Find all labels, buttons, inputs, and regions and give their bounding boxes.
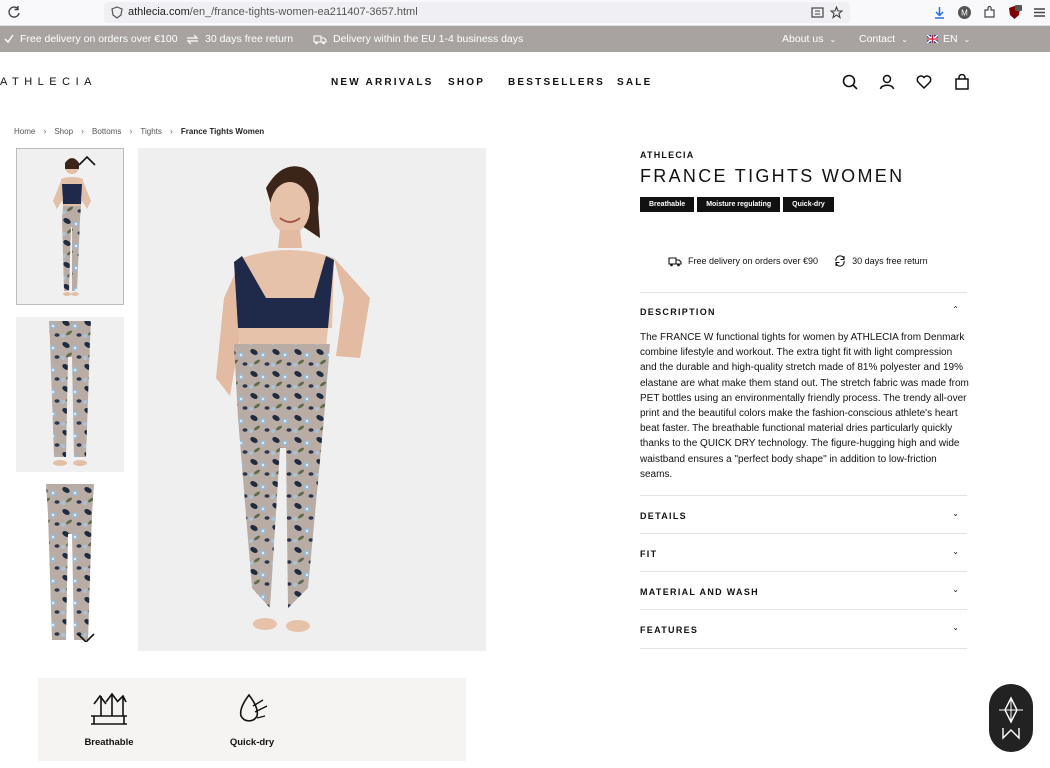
breadcrumb: Home › Shop › Bottoms › Tights › France Tigh… [14, 126, 264, 136]
chevron-down-icon[interactable]: ⌄ [952, 585, 959, 594]
tights-photo-back [16, 484, 124, 642]
accordion-description-title[interactable]: DESCRIPTION [640, 307, 716, 317]
chevron-down-icon: ⌄ [829, 34, 837, 44]
accordion-description[interactable]: DESCRIPTION ⌃ [640, 292, 967, 330]
wishlist-heart-icon[interactable] [916, 74, 932, 90]
chevron-right-icon: › [169, 126, 173, 136]
accordion-details-title[interactable]: DETAILS [640, 511, 687, 521]
cart-bag-icon[interactable] [954, 74, 970, 90]
truck-icon [313, 34, 327, 44]
gallery-up-arrow-icon[interactable] [77, 155, 97, 167]
ublock-icon[interactable] [1007, 5, 1022, 20]
accordion-fit-title[interactable]: FIT [640, 549, 657, 559]
return-icon [186, 34, 199, 44]
svg-text:M: M [961, 9, 968, 18]
chevron-down-icon: ⌄ [963, 34, 971, 44]
product-badges: Breathable Moisture regulating Quick-dry [640, 197, 837, 212]
profile-icon[interactable]: M [957, 5, 972, 20]
chevron-up-icon[interactable]: ⌃ [952, 305, 959, 314]
promo-free-delivery: Free delivery on orders over €100 [4, 33, 178, 45]
chevron-down-icon[interactable]: ⌄ [952, 509, 959, 518]
address-bar[interactable]: athlecia.com/en_/france-tights-women-ea2… [104, 2, 850, 23]
nav-shop[interactable]: SHOP [448, 77, 485, 88]
check-icon [4, 34, 14, 44]
breadcrumb-bottoms[interactable]: Bottoms [92, 127, 121, 136]
quick-dry-icon [239, 693, 268, 722]
badge-moisture-regulating: Moisture regulating [697, 197, 781, 212]
promo-bar: Free delivery on orders over €100 30 day… [0, 26, 1050, 52]
gallery-down-arrow-icon[interactable] [76, 632, 96, 642]
tights-photo-front [16, 317, 124, 472]
chevron-right-icon: › [129, 126, 133, 136]
reader-icon[interactable] [811, 6, 824, 19]
model-photo-front [17, 149, 123, 304]
product-title: FRANCE TIGHTS WOMEN [640, 166, 905, 186]
download-icon[interactable] [932, 5, 947, 20]
extensions-icon[interactable] [982, 5, 997, 20]
product-brand[interactable]: ATHLECIA [640, 150, 694, 160]
accordion-fit[interactable]: FIT ⌄ [640, 533, 967, 571]
chat-logo-icon [999, 696, 1023, 740]
breathable-icon [91, 692, 127, 725]
chevron-down-icon[interactable]: ⌄ [952, 623, 959, 632]
accordion-details[interactable]: DETAILS ⌄ [640, 495, 967, 533]
breadcrumb-home[interactable]: Home [14, 127, 35, 136]
promo-free-return: 30 days free return [186, 33, 293, 45]
truck-icon [668, 256, 682, 266]
delivery-info: Free delivery on orders over €90 30 days… [668, 255, 928, 267]
reload-icon[interactable] [7, 5, 21, 19]
accordion-divider [640, 648, 967, 649]
gallery-thumbnail-2[interactable] [16, 317, 124, 472]
delivery-note: Free delivery on orders over €90 [688, 256, 819, 266]
return-icon [835, 255, 845, 267]
product-description: The FRANCE W functional tights for women… [640, 332, 969, 480]
site-header: ATHLECIA NEW ARRIVALS SHOP BESTSELLERS S… [0, 52, 1050, 114]
nav-new-arrivals[interactable]: NEW ARRIVALS [331, 77, 434, 88]
shield-icon[interactable] [111, 6, 123, 19]
feature-breathable: Breathable [64, 692, 154, 748]
chevron-right-icon: › [43, 126, 47, 136]
feature-quick-dry: Quick-dry [207, 692, 297, 748]
nav-sale[interactable]: SALE [617, 77, 652, 88]
uk-flag-icon [927, 35, 938, 43]
about-us-link[interactable]: About us ⌄ [782, 33, 836, 45]
chevron-right-icon: › [81, 126, 85, 136]
language-selector[interactable]: EN ⌄ [927, 33, 970, 45]
breadcrumb-shop[interactable]: Shop [54, 127, 73, 136]
contact-link[interactable]: Contact ⌄ [859, 33, 908, 45]
accordion-material-wash[interactable]: MATERIAL AND WASH ⌄ [640, 571, 967, 609]
badge-quick-dry: Quick-dry [783, 197, 834, 212]
url-text[interactable]: athlecia.com/en_/france-tights-women-ea2… [128, 6, 418, 18]
feature-quick-dry-label: Quick-dry [229, 737, 275, 748]
chevron-down-icon: ⌄ [901, 34, 908, 44]
bookmark-star-icon[interactable] [830, 6, 843, 19]
account-icon[interactable] [879, 74, 895, 90]
return-note: 30 days free return [852, 256, 928, 266]
breadcrumb-current: France Tights Women [180, 126, 265, 136]
gallery-thumbnail-3[interactable] [16, 484, 124, 642]
gallery-thumbnail-1[interactable] [16, 148, 124, 305]
accordion-material-wash-title[interactable]: MATERIAL AND WASH [640, 587, 759, 597]
model-photo-main [138, 148, 486, 651]
breadcrumb-tights[interactable]: Tights [140, 127, 162, 136]
accordion-features[interactable]: FEATURES ⌄ [640, 609, 967, 648]
site-logo[interactable]: ATHLECIA [0, 76, 97, 88]
chevron-down-icon[interactable]: ⌄ [952, 547, 959, 556]
badge-breathable: Breathable [640, 197, 695, 212]
menu-icon[interactable] [1032, 5, 1047, 20]
main-product-image[interactable] [138, 148, 486, 651]
accordion-features-title[interactable]: FEATURES [640, 625, 698, 635]
features-strip: Breathable Quick-dry [38, 678, 466, 761]
chat-widget-button[interactable] [989, 684, 1033, 752]
promo-eu-delivery: Delivery within the EU 1-4 business days [313, 33, 523, 45]
search-icon[interactable] [842, 74, 858, 90]
nav-bestsellers[interactable]: BESTSELLERS [508, 77, 605, 88]
feature-breathable-label: Breathable [84, 737, 134, 748]
browser-toolbar: athlecia.com/en_/france-tights-women-ea2… [0, 0, 1050, 26]
